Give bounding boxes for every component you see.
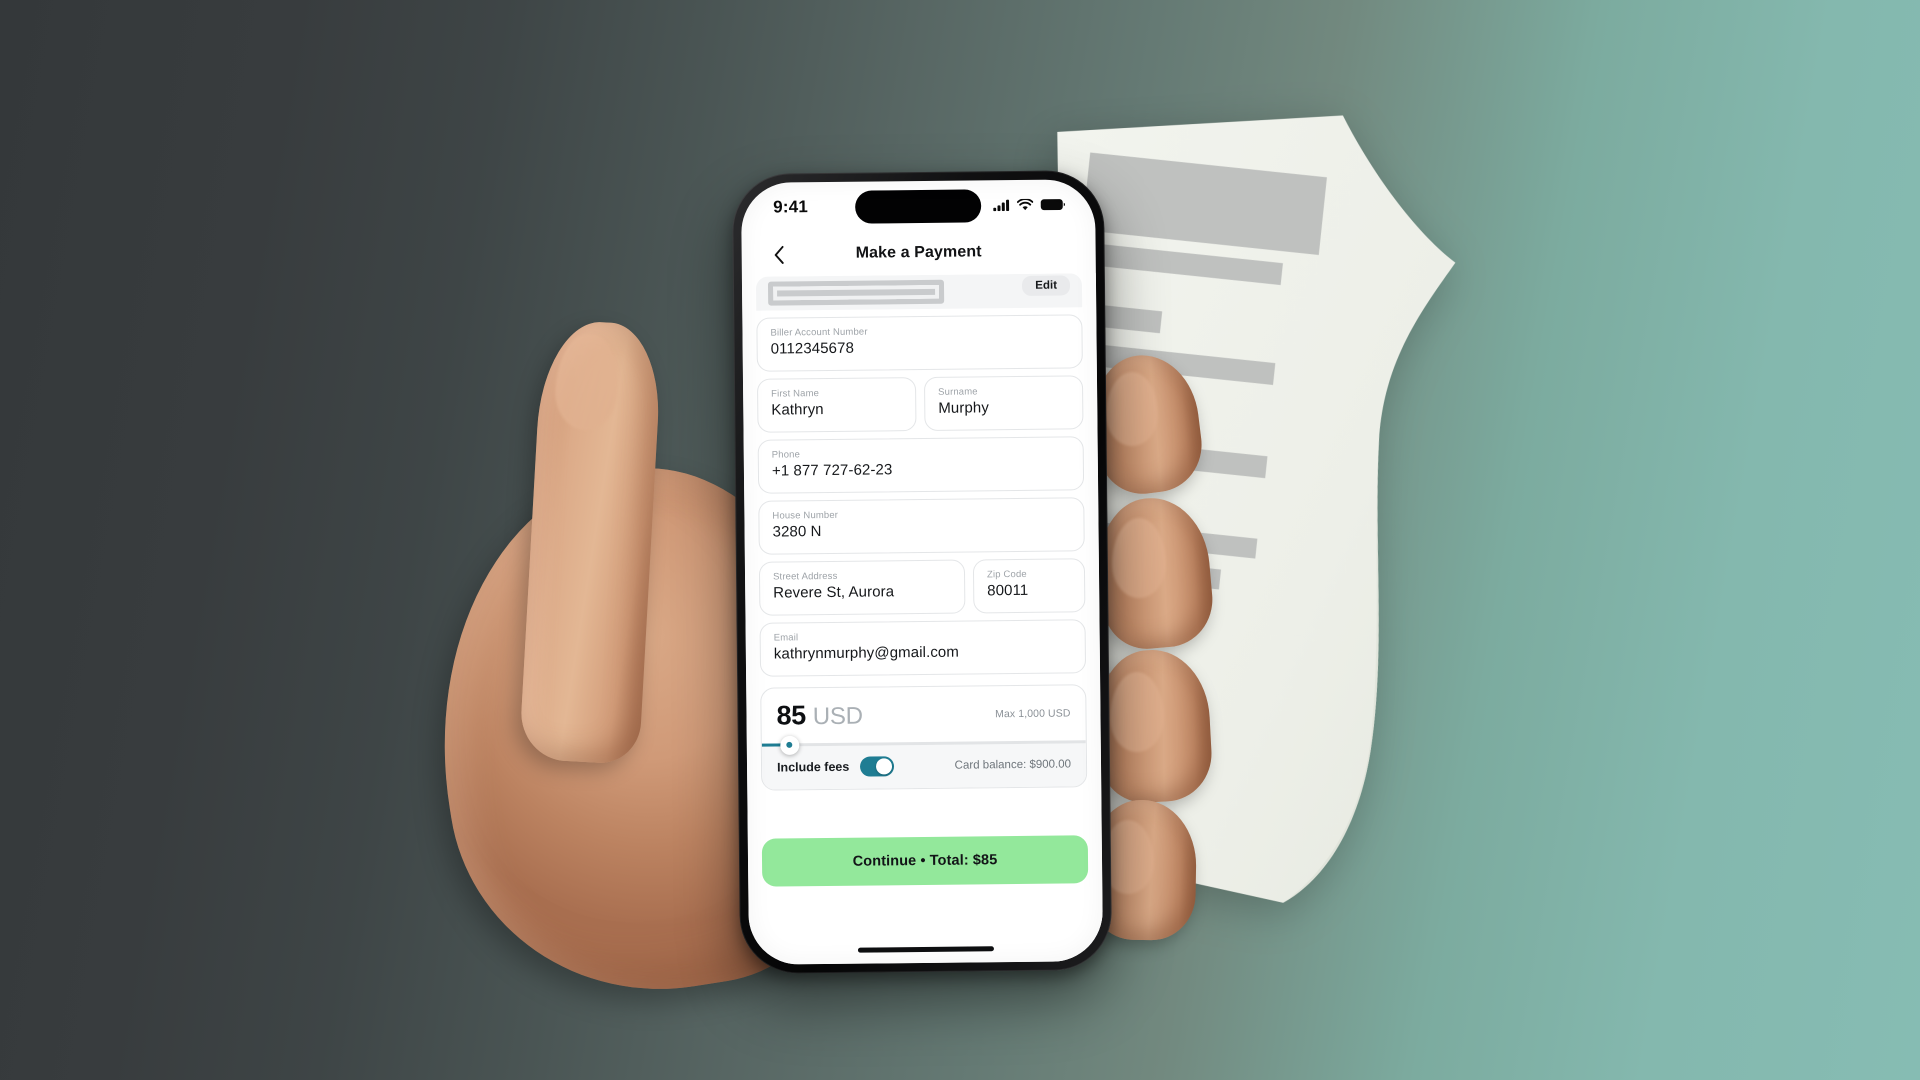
field-value: kathrynmurphy@gmail.com [773,643,960,663]
field-row-phone: Phone +1 877 727-62-23 [757,436,1085,494]
dynamic-island [855,189,982,224]
field-first-name[interactable]: First Name Kathryn [756,377,917,433]
thumb [518,318,664,766]
field-row-address: Street Address Revere St, Aurora Zip Cod… [758,558,1086,616]
biller-summary-card: Edit [755,273,1083,311]
field-label: Phone [771,449,801,461]
field-house-number[interactable]: House Number 3280 N [758,497,1085,555]
field-row-house: House Number 3280 N [758,497,1085,555]
home-indicator [857,946,994,953]
slider-thumb[interactable] [779,735,799,755]
amount-currency: USD [812,702,863,731]
continue-button[interactable]: Continue • Total: $85 [761,835,1089,887]
toggle-knob [876,758,893,775]
fees-row: Include fees Card balance: $900.00 [761,743,1087,790]
field-phone[interactable]: Phone +1 877 727-62-23 [757,436,1085,494]
battery-icon [1040,199,1065,211]
edit-button[interactable]: Edit [1022,275,1071,296]
field-row-name: First Name Kathryn Surname Murphy [756,375,1084,433]
field-label: Street Address [772,570,838,583]
field-label: Surname [938,386,978,398]
status-bar: 9:41 [741,179,1096,233]
field-row-account: Biller Account Number 0112345678 [756,314,1083,372]
field-zip-code[interactable]: Zip Code 80011 [972,558,1086,614]
card-balance-label: Card balance: $900.00 [954,758,1072,772]
field-row-email: Email kathrynmurphy@gmail.com [759,619,1087,677]
phone-device: 9:41 Make a Payment Edit Biller Account … [731,170,1113,974]
field-value: 0112345678 [770,339,855,358]
amount-max-label: Max 1,000 USD [995,706,1071,720]
include-fees-toggle[interactable] [860,756,895,777]
field-street-address[interactable]: Street Address Revere St, Aurora [758,559,966,616]
thumbnail [552,331,622,433]
field-biller-account-number[interactable]: Biller Account Number 0112345678 [756,314,1083,372]
field-email[interactable]: Email kathrynmurphy@gmail.com [759,619,1087,677]
amount-card: 85 USD Max 1,000 USD Include fees Card b… [760,684,1088,791]
wifi-icon [1017,198,1034,211]
biller-name-placeholder [767,279,945,306]
field-label: Email [773,632,799,644]
field-value: 3280 N [772,523,822,541]
field-label: First Name [771,388,820,400]
field-value: +1 877 727-62-23 [771,461,893,480]
field-label: Biller Account Number [770,326,868,339]
amount-value: 85 [776,700,806,731]
status-icons [993,198,1065,212]
status-time: 9:41 [773,197,809,217]
field-value: Kathryn [771,401,824,419]
amount-header: 85 USD Max 1,000 USD [761,685,1086,743]
paper-document [1043,106,1497,914]
phone-screen: 9:41 Make a Payment Edit Biller Account … [740,179,1104,965]
scene: 9:41 Make a Payment Edit Biller Account … [0,0,1920,1080]
field-value: 80011 [987,581,1029,600]
fees-left: Include fees [776,756,895,777]
field-label: House Number [772,509,839,522]
paper-document-svg [1057,115,1456,903]
page-title: Make a Payment [855,243,982,262]
amount-input[interactable]: 85 USD [776,700,863,732]
nav-bar: Make a Payment [741,229,1095,277]
field-surname[interactable]: Surname Murphy [923,375,1084,431]
field-value: Murphy [938,399,989,417]
field-label: Zip Code [986,568,1027,581]
field-value: Revere St, Aurora [773,583,895,602]
cellular-signal-icon [993,199,1010,212]
payment-form: Edit Biller Account Number 0112345678 Fi… [741,273,1104,965]
include-fees-label: Include fees [776,759,850,775]
